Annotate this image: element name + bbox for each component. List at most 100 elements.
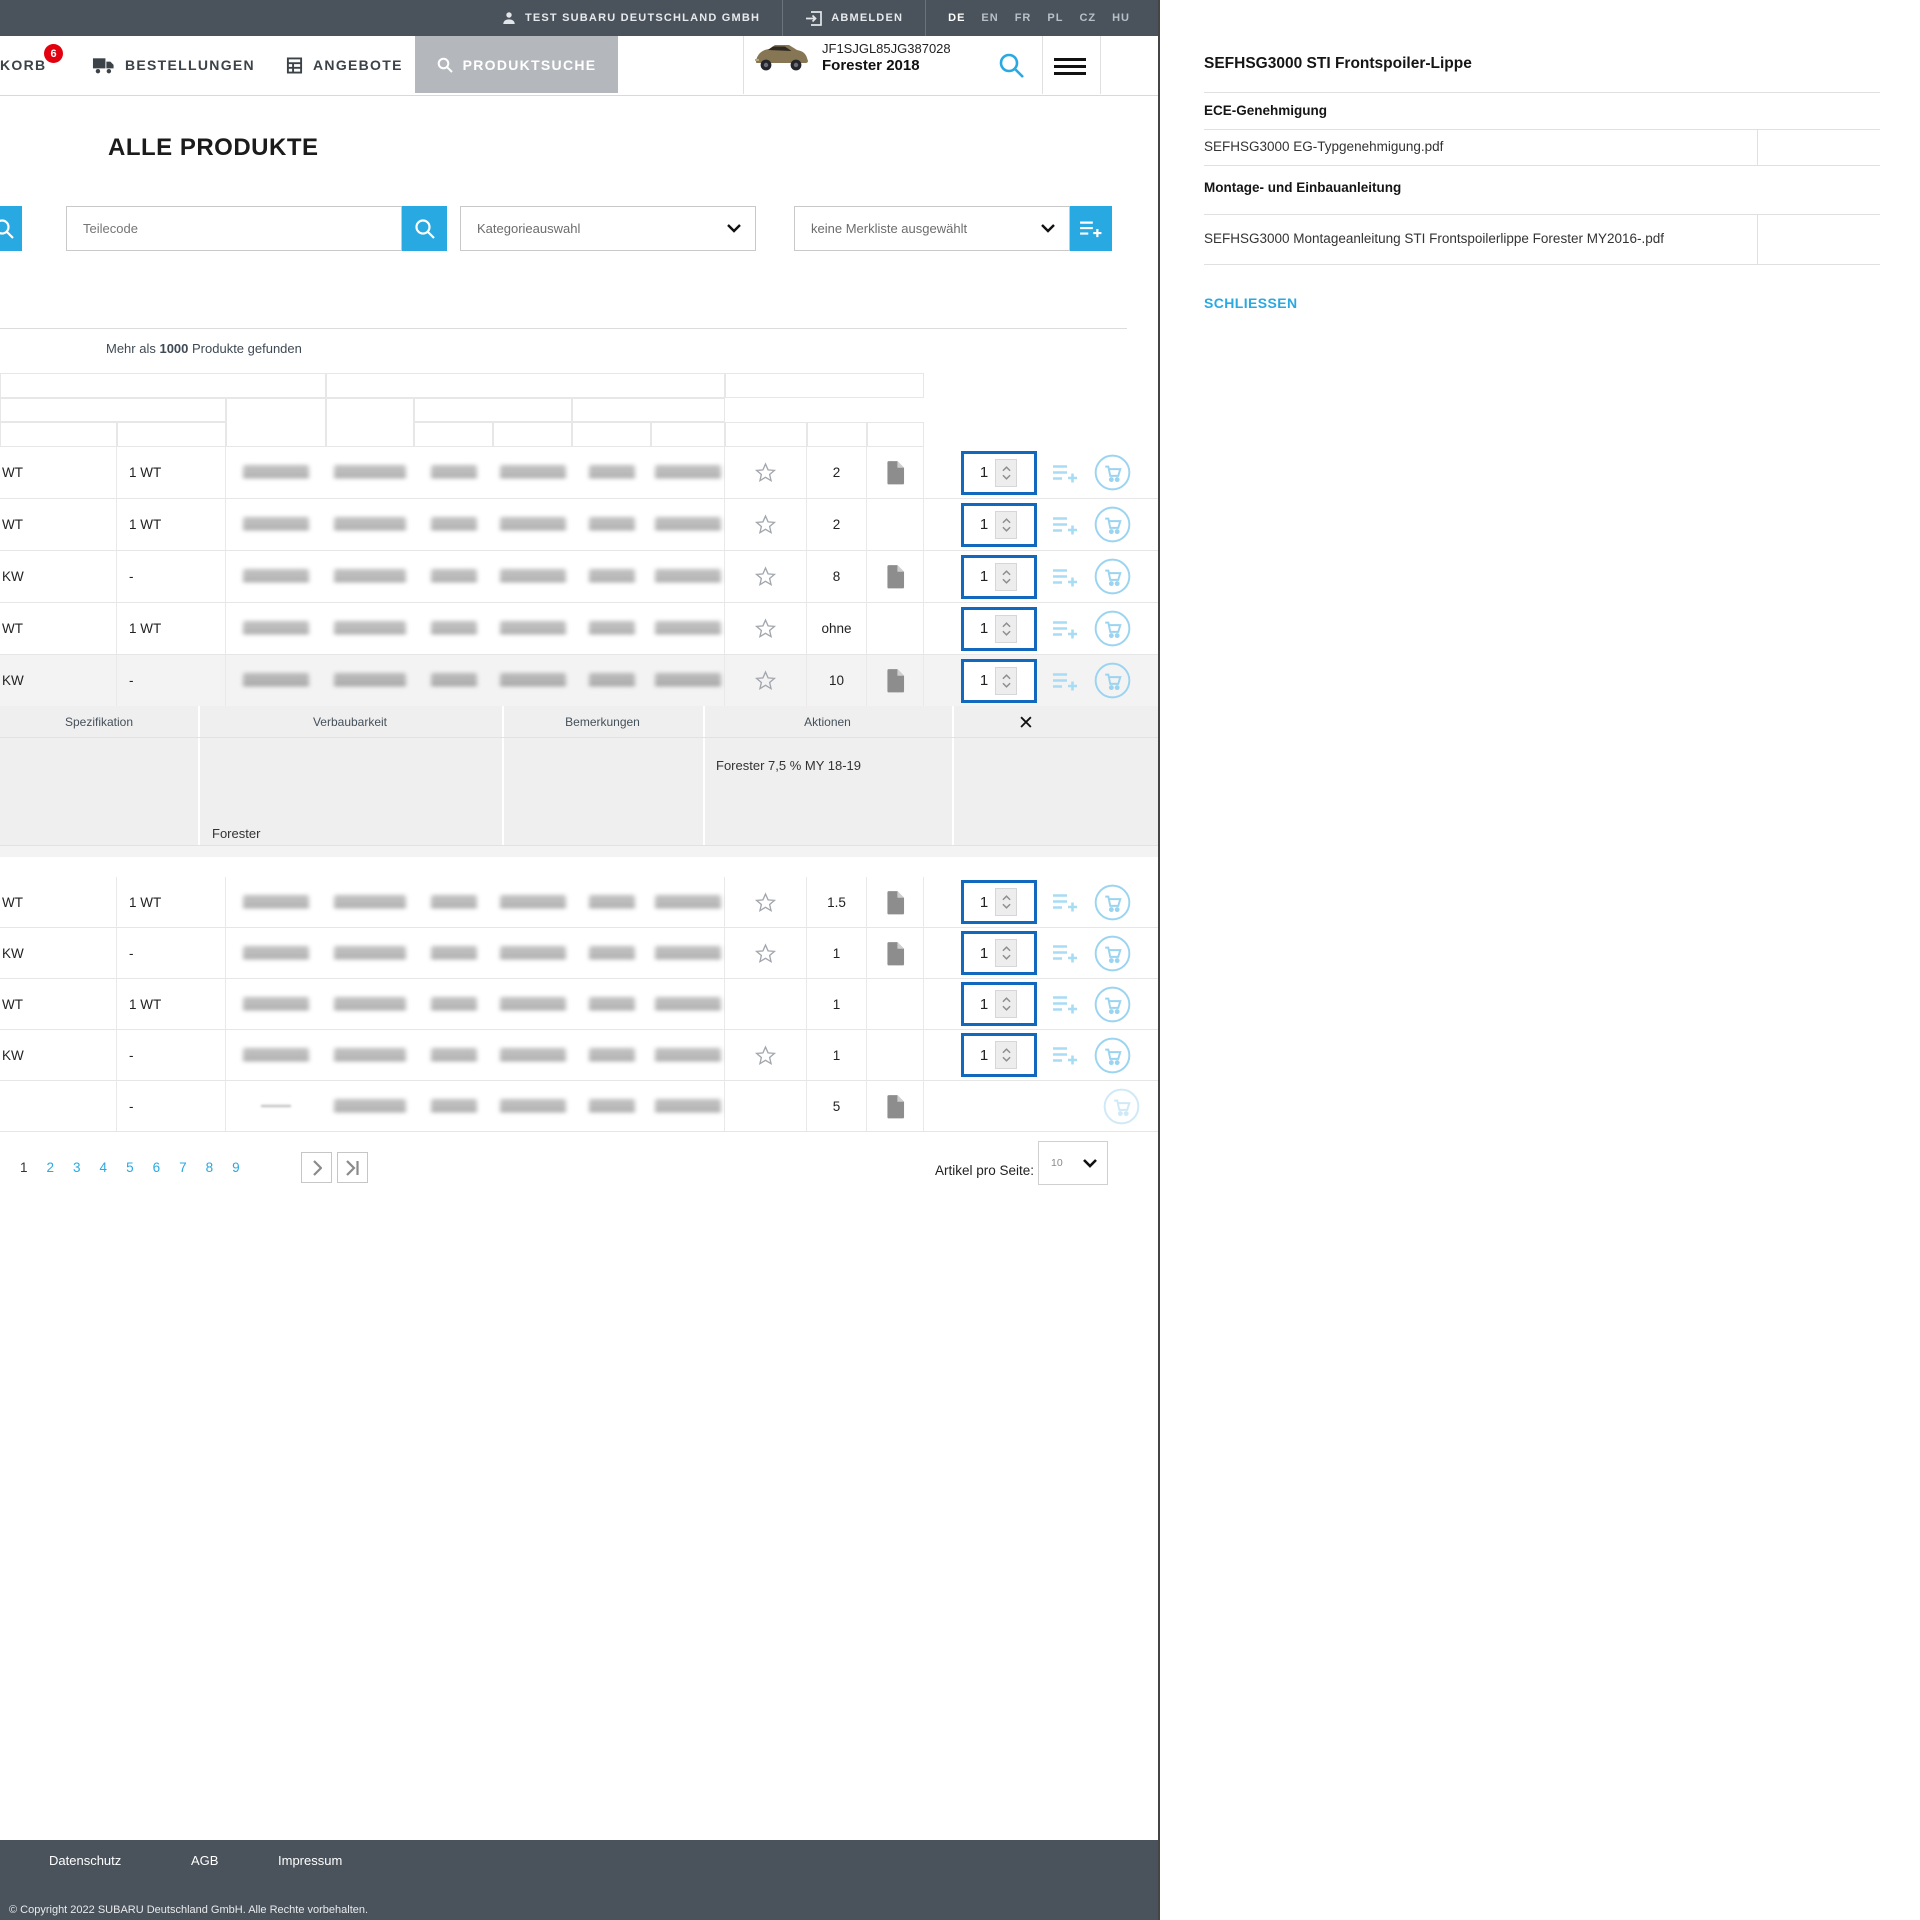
product-row[interactable]: WT 1 WT 1 1 [0,979,1158,1030]
pdf-file-name[interactable]: SEFHSG3000 Montageanleitung STI Frontspo… [1204,231,1664,246]
page-link-5[interactable]: 5 [126,1160,134,1175]
page-link-8[interactable]: 8 [206,1160,214,1175]
page-link-3[interactable]: 3 [73,1160,81,1175]
document-icon[interactable] [886,460,905,485]
product-row[interactable]: - 5 [0,1081,1158,1132]
add-to-merkliste-icon[interactable] [1052,514,1079,536]
quantity-stepper-arrows[interactable] [995,510,1018,539]
add-to-merkliste-icon[interactable] [1052,993,1079,1015]
page-link-9[interactable]: 9 [232,1160,240,1175]
add-to-cart-icon[interactable] [1094,662,1131,699]
footer-link-agb[interactable]: AGB [191,1853,218,1868]
quantity-stepper-arrows[interactable] [995,939,1018,967]
last-page-button[interactable] [337,1152,368,1183]
add-to-cart-icon-disabled[interactable] [1103,1088,1140,1125]
quantity-stepper[interactable]: 1 [960,450,1037,495]
product-row[interactable]: WT 1 WT 1.5 1 [0,877,1158,928]
quantity-stepper[interactable]: 1 [960,982,1037,1026]
language-fr[interactable]: FR [1015,12,1032,24]
search-button-left-cut[interactable] [0,206,22,251]
next-page-button[interactable] [301,1152,332,1183]
quantity-stepper-arrows[interactable] [995,458,1018,487]
add-to-cart-icon[interactable] [1094,1037,1131,1074]
nav-produktsuche-active-tab[interactable]: PRODUKTSUCHE [415,36,618,93]
product-row[interactable]: WT 1 WT 2 1 [0,499,1158,551]
vehicle-info[interactable]: JF1SJGL85JG387028 Forester 2018 [748,40,951,74]
add-to-cart-icon[interactable] [1094,454,1131,491]
favorite-star-icon[interactable] [754,617,777,640]
language-cz[interactable]: CZ [1079,12,1096,24]
page-link-2[interactable]: 2 [47,1160,55,1175]
page-link-6[interactable]: 6 [153,1160,161,1175]
document-icon[interactable] [886,1094,905,1119]
add-to-cart-icon[interactable] [1094,986,1131,1023]
page-link-7[interactable]: 7 [179,1160,187,1175]
page-link-4[interactable]: 4 [100,1160,108,1175]
document-icon[interactable] [886,890,905,915]
quantity-stepper-arrows[interactable] [995,562,1018,591]
language-de[interactable]: DE [948,12,965,24]
panel-close-link[interactable]: SCHLIESSEN [1204,295,1297,311]
favorite-star-icon[interactable] [754,669,777,692]
favorite-star-icon[interactable] [754,1044,777,1067]
product-row[interactable]: WT 1 WT 2 1 [0,447,1158,499]
nav-warenkorb[interactable]: KORB [0,36,46,94]
close-detail-icon[interactable]: ✕ [1018,714,1034,733]
quantity-stepper-arrows[interactable] [995,888,1018,916]
add-to-merkliste-icon[interactable] [1052,618,1079,640]
product-row[interactable]: KW - 1 1 [0,1030,1158,1081]
add-merkliste-button[interactable] [1070,206,1112,251]
product-row[interactable]: WT 1 WT ohne 1 [0,603,1158,655]
quantity-stepper-arrows[interactable] [995,990,1018,1018]
quantity-stepper[interactable]: 1 [960,880,1037,924]
language-hu[interactable]: HU [1112,12,1130,24]
favorite-star-icon[interactable] [754,565,777,588]
document-icon[interactable] [886,564,905,589]
add-to-merkliste-icon[interactable] [1052,942,1079,964]
language-en[interactable]: EN [981,12,998,24]
add-to-cart-icon[interactable] [1094,506,1131,543]
quantity-stepper[interactable]: 1 [960,606,1037,651]
vehicle-search-icon[interactable] [998,52,1025,84]
add-to-cart-icon[interactable] [1094,558,1131,595]
nav-angebote[interactable]: ANGEBOTE [286,36,403,94]
quantity-stepper[interactable]: 1 [960,502,1037,547]
teilecode-search-button[interactable] [402,206,447,251]
add-to-merkliste-icon[interactable] [1052,462,1079,484]
product-row[interactable]: KW - 10 1 [0,655,1158,707]
user-menu[interactable]: TEST SUBARU DEUTSCHLAND GMBH [502,11,760,25]
merkliste-select[interactable]: keine Merkliste ausgewählt [794,206,1070,251]
page-link-1[interactable]: 1 [20,1160,28,1175]
quantity-stepper[interactable]: 1 [960,658,1037,703]
document-icon[interactable] [886,668,905,693]
add-to-cart-icon[interactable] [1094,610,1131,647]
quantity-stepper-arrows[interactable] [995,614,1018,643]
quantity-stepper-arrows[interactable] [995,1041,1018,1069]
favorite-star-icon[interactable] [754,942,777,965]
add-to-merkliste-icon[interactable] [1052,1044,1079,1066]
product-row[interactable]: KW - 1 1 [0,928,1158,979]
add-to-cart-icon[interactable] [1094,935,1131,972]
document-icon[interactable] [886,941,905,966]
quantity-stepper[interactable]: 1 [960,931,1037,975]
add-to-merkliste-icon[interactable] [1052,670,1079,692]
quantity-stepper-arrows[interactable] [995,666,1018,695]
kategorie-select[interactable]: Kategorieauswahl [460,206,756,251]
favorite-star-icon[interactable] [754,891,777,914]
favorite-star-icon[interactable] [754,461,777,484]
footer-link-datenschutz[interactable]: Datenschutz [49,1853,121,1868]
teilecode-input[interactable] [67,221,401,236]
add-to-cart-icon[interactable] [1094,884,1131,921]
language-pl[interactable]: PL [1047,12,1063,24]
pdf-file-name[interactable]: SEFHSG3000 EG-Typgenehmigung.pdf [1204,139,1443,154]
add-to-merkliste-icon[interactable] [1052,891,1079,913]
add-to-merkliste-icon[interactable] [1052,566,1079,588]
per-page-select[interactable]: 10 [1038,1141,1108,1185]
footer-link-impressum[interactable]: Impressum [278,1853,342,1868]
nav-bestellungen[interactable]: BESTELLUNGEN [92,36,255,94]
product-row[interactable]: KW - 8 1 [0,551,1158,603]
hamburger-menu-icon[interactable] [1054,54,1086,79]
favorite-star-icon[interactable] [754,513,777,536]
quantity-stepper[interactable]: 1 [960,554,1037,599]
logout-button[interactable]: ABMELDEN [805,10,903,26]
